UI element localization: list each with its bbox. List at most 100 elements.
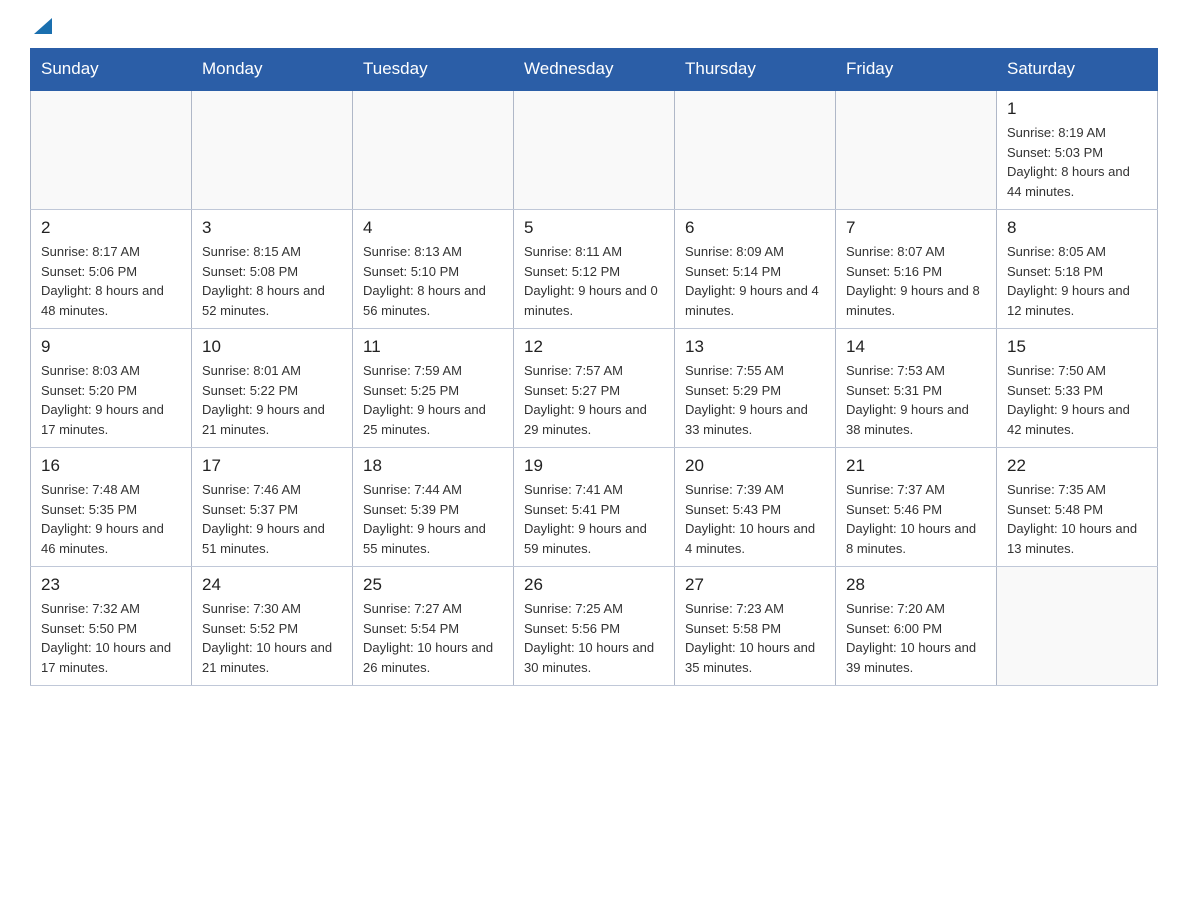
calendar-day-cell: 4 Sunrise: 8:13 AM Sunset: 5:10 PM Daylig… xyxy=(353,210,514,329)
day-number: 5 xyxy=(524,218,664,238)
logo-triangle-icon xyxy=(32,16,54,38)
day-info: Sunrise: 7:27 AM Sunset: 5:54 PM Dayligh… xyxy=(363,599,503,677)
day-info: Sunrise: 7:32 AM Sunset: 5:50 PM Dayligh… xyxy=(41,599,181,677)
day-info: Sunrise: 7:41 AM Sunset: 5:41 PM Dayligh… xyxy=(524,480,664,558)
calendar-day-cell xyxy=(31,90,192,210)
day-number: 12 xyxy=(524,337,664,357)
calendar-day-cell: 3 Sunrise: 8:15 AM Sunset: 5:08 PM Daylig… xyxy=(192,210,353,329)
day-of-week-header: Saturday xyxy=(997,49,1158,91)
calendar-day-cell: 5 Sunrise: 8:11 AM Sunset: 5:12 PM Daylig… xyxy=(514,210,675,329)
calendar-day-cell xyxy=(836,90,997,210)
day-info: Sunrise: 8:19 AM Sunset: 5:03 PM Dayligh… xyxy=(1007,123,1147,201)
day-of-week-header: Friday xyxy=(836,49,997,91)
day-info: Sunrise: 7:39 AM Sunset: 5:43 PM Dayligh… xyxy=(685,480,825,558)
day-number: 3 xyxy=(202,218,342,238)
calendar-week-row: 23 Sunrise: 7:32 AM Sunset: 5:50 PM Dayli… xyxy=(31,567,1158,686)
calendar-week-row: 9 Sunrise: 8:03 AM Sunset: 5:20 PM Daylig… xyxy=(31,329,1158,448)
calendar-day-cell: 15 Sunrise: 7:50 AM Sunset: 5:33 PM Dayli… xyxy=(997,329,1158,448)
day-info: Sunrise: 8:15 AM Sunset: 5:08 PM Dayligh… xyxy=(202,242,342,320)
calendar-table: SundayMondayTuesdayWednesdayThursdayFrid… xyxy=(30,48,1158,686)
calendar-day-cell: 20 Sunrise: 7:39 AM Sunset: 5:43 PM Dayli… xyxy=(675,448,836,567)
day-number: 22 xyxy=(1007,456,1147,476)
day-info: Sunrise: 7:30 AM Sunset: 5:52 PM Dayligh… xyxy=(202,599,342,677)
day-info: Sunrise: 7:23 AM Sunset: 5:58 PM Dayligh… xyxy=(685,599,825,677)
day-info: Sunrise: 7:53 AM Sunset: 5:31 PM Dayligh… xyxy=(846,361,986,439)
day-number: 6 xyxy=(685,218,825,238)
calendar-day-cell: 19 Sunrise: 7:41 AM Sunset: 5:41 PM Dayli… xyxy=(514,448,675,567)
calendar-day-cell: 2Sunrise: 8:17 AM Sunset: 5:06 PM Daylig… xyxy=(31,210,192,329)
day-info: Sunrise: 8:05 AM Sunset: 5:18 PM Dayligh… xyxy=(1007,242,1147,320)
day-number: 16 xyxy=(41,456,181,476)
day-info: Sunrise: 7:35 AM Sunset: 5:48 PM Dayligh… xyxy=(1007,480,1147,558)
day-number: 28 xyxy=(846,575,986,595)
day-info: Sunrise: 7:55 AM Sunset: 5:29 PM Dayligh… xyxy=(685,361,825,439)
calendar-day-cell: 28 Sunrise: 7:20 AM Sunset: 6:00 PM Dayli… xyxy=(836,567,997,686)
calendar-day-cell: 7 Sunrise: 8:07 AM Sunset: 5:16 PM Daylig… xyxy=(836,210,997,329)
day-info: Sunrise: 7:50 AM Sunset: 5:33 PM Dayligh… xyxy=(1007,361,1147,439)
day-number: 18 xyxy=(363,456,503,476)
calendar-day-cell xyxy=(997,567,1158,686)
day-number: 13 xyxy=(685,337,825,357)
day-info: Sunrise: 8:07 AM Sunset: 5:16 PM Dayligh… xyxy=(846,242,986,320)
day-number: 19 xyxy=(524,456,664,476)
day-number: 11 xyxy=(363,337,503,357)
calendar-day-cell xyxy=(192,90,353,210)
calendar-day-cell: 6 Sunrise: 8:09 AM Sunset: 5:14 PM Daylig… xyxy=(675,210,836,329)
day-number: 1 xyxy=(1007,99,1147,119)
day-info: Sunrise: 8:09 AM Sunset: 5:14 PM Dayligh… xyxy=(685,242,825,320)
day-info: Sunrise: 7:48 AM Sunset: 5:35 PM Dayligh… xyxy=(41,480,181,558)
day-number: 20 xyxy=(685,456,825,476)
calendar-day-cell xyxy=(675,90,836,210)
calendar-week-row: 16 Sunrise: 7:48 AM Sunset: 5:35 PM Dayli… xyxy=(31,448,1158,567)
day-number: 7 xyxy=(846,218,986,238)
day-number: 4 xyxy=(363,218,503,238)
day-number: 26 xyxy=(524,575,664,595)
page-header xyxy=(30,20,1158,38)
calendar-week-row: 2Sunrise: 8:17 AM Sunset: 5:06 PM Daylig… xyxy=(31,210,1158,329)
calendar-day-cell: 24 Sunrise: 7:30 AM Sunset: 5:52 PM Dayli… xyxy=(192,567,353,686)
calendar-day-cell: 27 Sunrise: 7:23 AM Sunset: 5:58 PM Dayli… xyxy=(675,567,836,686)
day-info: Sunrise: 8:17 AM Sunset: 5:06 PM Dayligh… xyxy=(41,242,181,320)
day-of-week-header: Monday xyxy=(192,49,353,91)
day-number: 21 xyxy=(846,456,986,476)
day-number: 15 xyxy=(1007,337,1147,357)
calendar-day-cell: 10Sunrise: 8:01 AM Sunset: 5:22 PM Dayli… xyxy=(192,329,353,448)
day-info: Sunrise: 8:13 AM Sunset: 5:10 PM Dayligh… xyxy=(363,242,503,320)
calendar-day-cell: 17Sunrise: 7:46 AM Sunset: 5:37 PM Dayli… xyxy=(192,448,353,567)
day-info: Sunrise: 7:37 AM Sunset: 5:46 PM Dayligh… xyxy=(846,480,986,558)
day-info: Sunrise: 8:11 AM Sunset: 5:12 PM Dayligh… xyxy=(524,242,664,320)
calendar-day-cell: 12 Sunrise: 7:57 AM Sunset: 5:27 PM Dayli… xyxy=(514,329,675,448)
day-info: Sunrise: 7:44 AM Sunset: 5:39 PM Dayligh… xyxy=(363,480,503,558)
day-number: 25 xyxy=(363,575,503,595)
day-number: 8 xyxy=(1007,218,1147,238)
calendar-day-cell: 22 Sunrise: 7:35 AM Sunset: 5:48 PM Dayli… xyxy=(997,448,1158,567)
logo xyxy=(30,20,54,38)
calendar-day-cell: 26Sunrise: 7:25 AM Sunset: 5:56 PM Dayli… xyxy=(514,567,675,686)
day-of-week-header: Thursday xyxy=(675,49,836,91)
day-number: 24 xyxy=(202,575,342,595)
calendar-day-cell: 13 Sunrise: 7:55 AM Sunset: 5:29 PM Dayli… xyxy=(675,329,836,448)
calendar-day-cell: 9 Sunrise: 8:03 AM Sunset: 5:20 PM Daylig… xyxy=(31,329,192,448)
calendar-day-cell: 25 Sunrise: 7:27 AM Sunset: 5:54 PM Dayli… xyxy=(353,567,514,686)
calendar-day-cell: 18 Sunrise: 7:44 AM Sunset: 5:39 PM Dayli… xyxy=(353,448,514,567)
day-info: Sunrise: 8:03 AM Sunset: 5:20 PM Dayligh… xyxy=(41,361,181,439)
day-number: 27 xyxy=(685,575,825,595)
day-info: Sunrise: 7:20 AM Sunset: 6:00 PM Dayligh… xyxy=(846,599,986,677)
day-info: Sunrise: 7:59 AM Sunset: 5:25 PM Dayligh… xyxy=(363,361,503,439)
day-of-week-header: Sunday xyxy=(31,49,192,91)
day-of-week-header: Wednesday xyxy=(514,49,675,91)
calendar-day-cell xyxy=(353,90,514,210)
calendar-day-cell: 11 Sunrise: 7:59 AM Sunset: 5:25 PM Dayli… xyxy=(353,329,514,448)
calendar-day-cell: 16 Sunrise: 7:48 AM Sunset: 5:35 PM Dayli… xyxy=(31,448,192,567)
calendar-header-row: SundayMondayTuesdayWednesdayThursdayFrid… xyxy=(31,49,1158,91)
day-number: 14 xyxy=(846,337,986,357)
day-info: Sunrise: 7:46 AM Sunset: 5:37 PM Dayligh… xyxy=(202,480,342,558)
day-number: 10 xyxy=(202,337,342,357)
calendar-day-cell: 14 Sunrise: 7:53 AM Sunset: 5:31 PM Dayli… xyxy=(836,329,997,448)
day-number: 23 xyxy=(41,575,181,595)
day-of-week-header: Tuesday xyxy=(353,49,514,91)
calendar-day-cell: 21 Sunrise: 7:37 AM Sunset: 5:46 PM Dayli… xyxy=(836,448,997,567)
day-number: 9 xyxy=(41,337,181,357)
day-info: Sunrise: 7:57 AM Sunset: 5:27 PM Dayligh… xyxy=(524,361,664,439)
calendar-week-row: 1 Sunrise: 8:19 AM Sunset: 5:03 PM Daylig… xyxy=(31,90,1158,210)
